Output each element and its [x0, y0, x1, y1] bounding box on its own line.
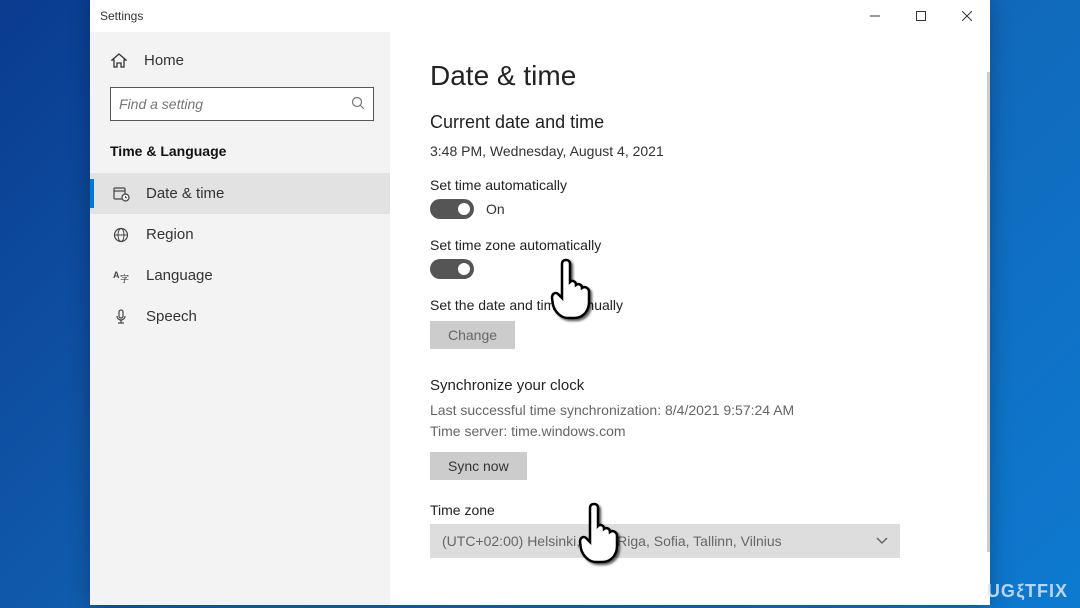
content-area: Home Time & Language Date & time Reg — [90, 32, 990, 605]
timezone-dropdown[interactable]: (UTC+02:00) Helsinki, Kyiv, Riga, Sofia,… — [430, 524, 900, 558]
timezone-value: (UTC+02:00) Helsinki, Kyiv, Riga, Sofia,… — [442, 533, 782, 549]
set-time-auto-toggle[interactable] — [430, 199, 474, 219]
close-icon — [962, 11, 972, 21]
sidebar-item-label: Date & time — [146, 185, 224, 202]
sidebar-item-speech[interactable]: Speech — [90, 296, 390, 337]
sync-now-button[interactable]: Sync now — [430, 452, 527, 480]
sidebar: Home Time & Language Date & time Reg — [90, 32, 390, 605]
chevron-down-icon — [876, 534, 888, 548]
set-time-auto-label: Set time automatically — [430, 177, 950, 193]
sidebar-item-region[interactable]: Region — [90, 214, 390, 255]
maximize-icon — [916, 11, 926, 21]
sync-block: Synchronize your clock Last successful t… — [430, 377, 950, 480]
title-text: Settings — [100, 9, 143, 23]
sidebar-item-label: Speech — [146, 308, 197, 325]
search-icon — [351, 96, 365, 113]
home-label: Home — [144, 52, 184, 69]
settings-window: Settings Home Time & Language — [90, 0, 990, 605]
set-zone-auto-toggle[interactable] — [430, 259, 474, 279]
sync-server: Time server: time.windows.com — [430, 421, 950, 442]
change-button[interactable]: Change — [430, 321, 515, 349]
globe-icon — [112, 227, 130, 243]
watermark: UGξTFIX — [987, 581, 1068, 602]
minimize-icon — [870, 11, 880, 21]
svg-text:A: A — [113, 270, 120, 280]
home-button[interactable]: Home — [90, 42, 390, 79]
set-zone-auto-block: Set time zone automatically — [430, 237, 950, 279]
sidebar-section-title: Time & Language — [90, 133, 390, 173]
set-zone-auto-label: Set time zone automatically — [430, 237, 950, 253]
calendar-clock-icon — [112, 185, 130, 202]
main-panel: Date & time Current date and time 3:48 P… — [390, 32, 990, 605]
language-icon: A字 — [112, 268, 130, 284]
current-datetime-value: 3:48 PM, Wednesday, August 4, 2021 — [430, 143, 950, 159]
scrollbar[interactable] — [987, 72, 990, 552]
home-icon — [110, 53, 128, 69]
minimize-button[interactable] — [852, 0, 898, 32]
section-current-time-heading: Current date and time — [430, 112, 950, 133]
titlebar-title: Settings — [100, 9, 143, 23]
search-input[interactable] — [119, 96, 351, 112]
close-button[interactable] — [944, 0, 990, 32]
timezone-label: Time zone — [430, 502, 950, 518]
search-box[interactable] — [110, 87, 374, 121]
sync-heading: Synchronize your clock — [430, 377, 950, 394]
set-time-auto-block: Set time automatically On — [430, 177, 950, 219]
manual-set-label: Set the date and time manually — [430, 297, 950, 313]
set-time-auto-state: On — [486, 201, 505, 217]
maximize-button[interactable] — [898, 0, 944, 32]
microphone-icon — [112, 309, 130, 325]
manual-set-block: Set the date and time manually Change — [430, 297, 950, 349]
sidebar-item-datetime[interactable]: Date & time — [90, 173, 390, 214]
sidebar-item-label: Language — [146, 267, 213, 284]
timezone-block: Time zone (UTC+02:00) Helsinki, Kyiv, Ri… — [430, 502, 950, 558]
page-title: Date & time — [430, 60, 950, 92]
titlebar: Settings — [90, 0, 990, 32]
sidebar-item-language[interactable]: A字 Language — [90, 255, 390, 296]
svg-text:字: 字 — [120, 273, 129, 284]
sync-last: Last successful time synchronization: 8/… — [430, 400, 950, 421]
sidebar-item-label: Region — [146, 226, 194, 243]
window-controls — [852, 0, 990, 32]
